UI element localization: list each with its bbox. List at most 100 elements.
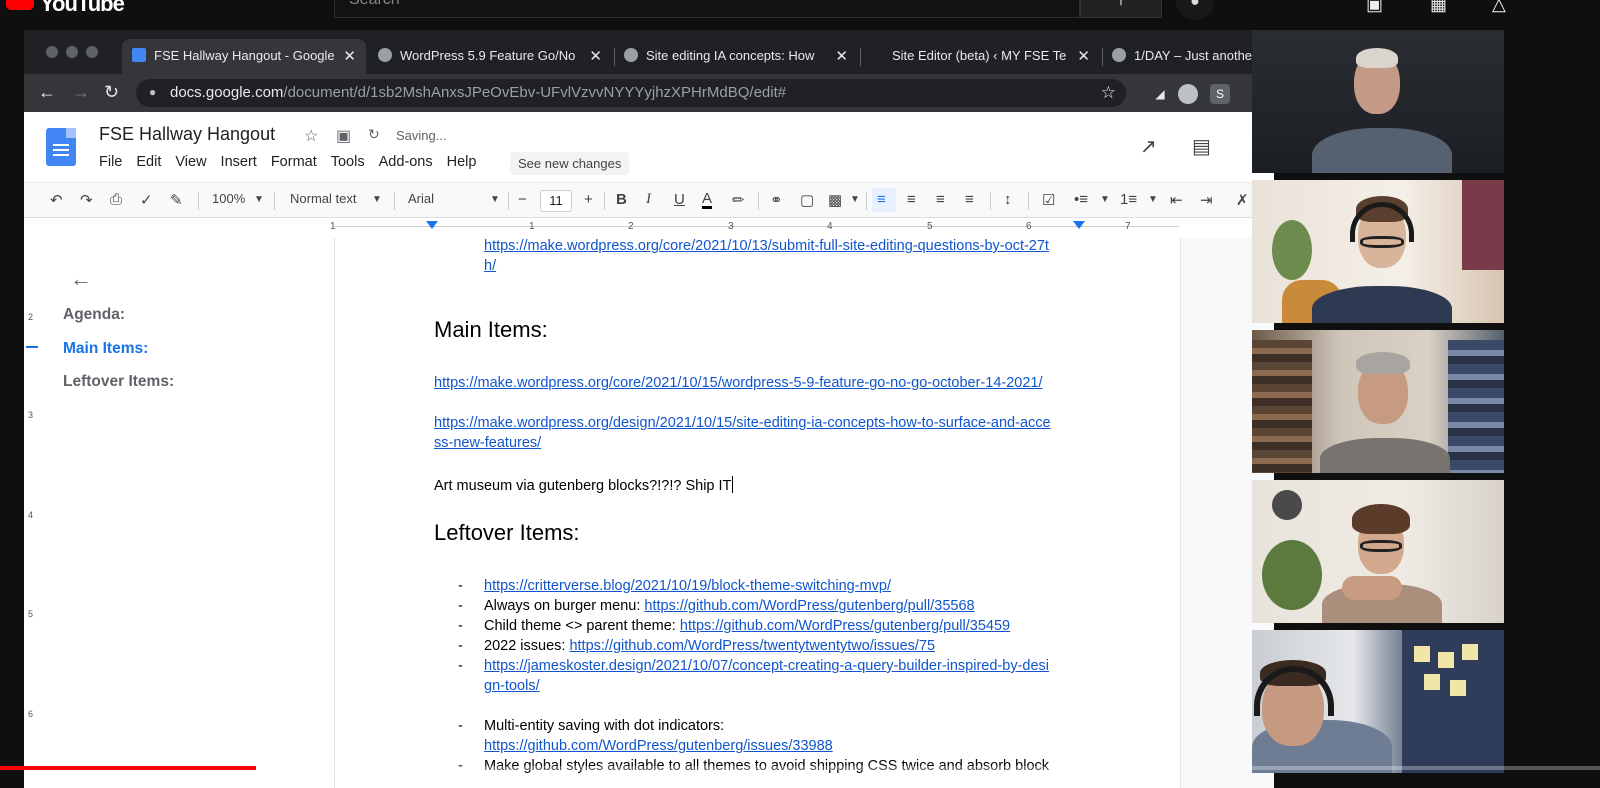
- zoom-select[interactable]: 100%: [212, 191, 245, 206]
- link-block-theme-switching[interactable]: https://critterverse.blog/2021/10/19/blo…: [484, 578, 891, 594]
- align-left-icon[interactable]: ≡: [877, 191, 886, 208]
- chevron-down-icon[interactable]: ▼: [1148, 194, 1158, 205]
- spellcheck-icon[interactable]: ✓: [140, 191, 153, 209]
- text-color-button[interactable]: A: [702, 191, 713, 209]
- activity-trend-icon[interactable]: ↗: [1140, 134, 1157, 159]
- insert-link-icon[interactable]: ⚭: [770, 191, 783, 209]
- add-comment-icon[interactable]: ▢: [800, 191, 814, 209]
- link-gutenberg-pull-35459[interactable]: https://github.com/WordPress/gutenberg/p…: [680, 618, 1010, 634]
- bulleted-list-icon[interactable]: •≡: [1074, 191, 1088, 208]
- progress-played: [0, 766, 256, 770]
- close-icon[interactable]: ✕: [1077, 47, 1090, 65]
- close-icon[interactable]: ✕: [343, 47, 356, 65]
- undo-icon[interactable]: ↶: [50, 191, 63, 209]
- reload-icon[interactable]: ↻: [104, 82, 119, 103]
- bold-button[interactable]: B: [616, 191, 627, 208]
- link-gutenberg-issue-33988[interactable]: https://github.com/WordPress/gutenberg/i…: [484, 738, 833, 754]
- menu-format[interactable]: Format: [271, 154, 317, 170]
- tab-one-day[interactable]: 1/DAY – Just anothe: [1102, 39, 1274, 74]
- video-progress-bar[interactable]: [0, 766, 1600, 770]
- extension-s-icon[interactable]: S: [1210, 84, 1230, 104]
- search-icon[interactable]: ⚲: [1080, 0, 1162, 18]
- google-docs-logo-icon[interactable]: [46, 128, 76, 166]
- back-arrow-icon[interactable]: ←: [70, 266, 92, 292]
- menu-file[interactable]: File: [99, 154, 122, 170]
- address-bar[interactable]: ● docs.google.com/document/d/1sb2MshAnxs…: [136, 79, 1126, 107]
- apps-grid-icon[interactable]: ▦: [1430, 0, 1447, 15]
- outline-item-agenda[interactable]: Agenda:: [63, 306, 125, 324]
- line-spacing-icon[interactable]: ↕: [1004, 191, 1012, 208]
- chevron-down-icon[interactable]: ▼: [850, 194, 860, 205]
- link-submit-fse-questions[interactable]: https://make.wordpress.org/core/2021/10/…: [484, 238, 1049, 254]
- tab-site-editing-ia[interactable]: Site editing IA concepts: How ✕: [614, 39, 858, 74]
- document-title[interactable]: FSE Hallway Hangout: [99, 124, 275, 145]
- tab-fse-hallway-hangout[interactable]: FSE Hallway Hangout - Google ✕: [122, 39, 366, 74]
- print-icon[interactable]: ⎙: [110, 191, 122, 208]
- outline-item-main-items[interactable]: Main Items:: [63, 340, 148, 358]
- justify-icon[interactable]: ≡: [965, 191, 974, 208]
- create-video-icon[interactable]: ▣: [1366, 0, 1383, 15]
- tab-site-editor-beta[interactable]: Site Editor (beta) ‹ MY FSE Te ✕: [860, 39, 1100, 74]
- profile-avatar-icon[interactable]: [1178, 84, 1198, 104]
- link-site-editing-ia[interactable]: https://make.wordpress.org/design/2021/1…: [434, 415, 1051, 431]
- outline-item-leftover-items[interactable]: Leftover Items:: [63, 373, 174, 391]
- link-query-builder-concept[interactable]: https://jameskoster.design/2021/10/07/co…: [484, 658, 1049, 674]
- left-indent-marker[interactable]: [426, 221, 438, 229]
- window-close-dot[interactable]: [46, 46, 58, 58]
- notifications-bell-icon[interactable]: △: [1492, 0, 1506, 15]
- microphone-icon[interactable]: ●: [1176, 0, 1214, 20]
- window-minimize-dot[interactable]: [66, 46, 78, 58]
- align-right-icon[interactable]: ≡: [936, 191, 945, 208]
- youtube-logo-text[interactable]: YouTube: [40, 0, 125, 17]
- menu-edit[interactable]: Edit: [136, 154, 161, 170]
- font-size-input[interactable]: 11: [540, 190, 572, 212]
- link-query-builder-concept-cont[interactable]: gn-tools/: [484, 678, 540, 694]
- menu-tools[interactable]: Tools: [331, 154, 365, 170]
- paint-format-icon[interactable]: ✎: [170, 191, 183, 209]
- chevron-down-icon[interactable]: ▼: [1100, 194, 1110, 205]
- chevron-down-icon[interactable]: ▼: [254, 194, 264, 205]
- extension-puzzle-icon[interactable]: ◢: [1150, 84, 1170, 104]
- redo-icon[interactable]: ↷: [80, 191, 93, 209]
- menu-help[interactable]: Help: [447, 154, 477, 170]
- chevron-down-icon[interactable]: ▼: [490, 194, 500, 205]
- close-icon[interactable]: ✕: [589, 47, 602, 65]
- star-icon[interactable]: ☆: [304, 126, 318, 146]
- link-gutenberg-pull-35568[interactable]: https://github.com/WordPress/gutenberg/p…: [644, 598, 974, 614]
- bookmark-star-icon[interactable]: ☆: [1101, 83, 1116, 103]
- font-family-select[interactable]: Arial: [408, 191, 434, 206]
- clear-formatting-icon[interactable]: ✗: [1236, 191, 1249, 209]
- italic-button[interactable]: I: [646, 191, 651, 208]
- menu-insert[interactable]: Insert: [221, 154, 257, 170]
- see-new-changes-button[interactable]: See new changes: [510, 152, 630, 175]
- menu-add-ons[interactable]: Add-ons: [379, 154, 433, 170]
- window-zoom-dot[interactable]: [86, 46, 98, 58]
- back-arrow-icon[interactable]: ←: [38, 82, 56, 103]
- forward-arrow-icon[interactable]: →: [72, 82, 90, 103]
- close-icon[interactable]: ✕: [835, 47, 848, 65]
- increase-indent-icon[interactable]: ⇥: [1200, 191, 1213, 209]
- highlight-pen-icon[interactable]: ✏: [732, 191, 745, 209]
- right-indent-marker[interactable]: [1073, 221, 1085, 229]
- link-twentytwentytwo-issues-75[interactable]: https://github.com/WordPress/twentytwent…: [569, 638, 935, 654]
- decrease-font-size-button[interactable]: −: [518, 191, 527, 208]
- link-site-editing-ia-cont[interactable]: ss-new-features/: [434, 435, 541, 451]
- document-page[interactable]: https://make.wordpress.org/core/2021/10/…: [334, 238, 1181, 788]
- increase-font-size-button[interactable]: +: [584, 191, 593, 208]
- link-submit-fse-questions-cont[interactable]: h/: [484, 258, 496, 274]
- insert-image-icon[interactable]: ▩: [828, 191, 842, 209]
- menu-view[interactable]: View: [175, 154, 206, 170]
- paragraph-style-select[interactable]: Normal text: [290, 191, 356, 206]
- move-folder-icon[interactable]: ▣: [336, 126, 351, 146]
- align-center-icon[interactable]: ≡: [907, 191, 916, 208]
- youtube-search-input[interactable]: Search: [334, 0, 1080, 18]
- underline-button[interactable]: U: [674, 191, 685, 208]
- decrease-indent-icon[interactable]: ⇤: [1170, 191, 1183, 209]
- chevron-down-icon[interactable]: ▼: [372, 194, 382, 205]
- comments-icon[interactable]: ▤: [1192, 134, 1211, 159]
- link-wp-59-go-no-go[interactable]: https://make.wordpress.org/core/2021/10/…: [434, 375, 1043, 391]
- tab-wordpress-feature[interactable]: WordPress 5.9 Feature Go/No ✕: [368, 39, 612, 74]
- numbered-list-icon[interactable]: 1≡: [1120, 191, 1137, 208]
- youtube-logo-icon[interactable]: [6, 0, 34, 10]
- checklist-icon[interactable]: ☑: [1042, 191, 1055, 209]
